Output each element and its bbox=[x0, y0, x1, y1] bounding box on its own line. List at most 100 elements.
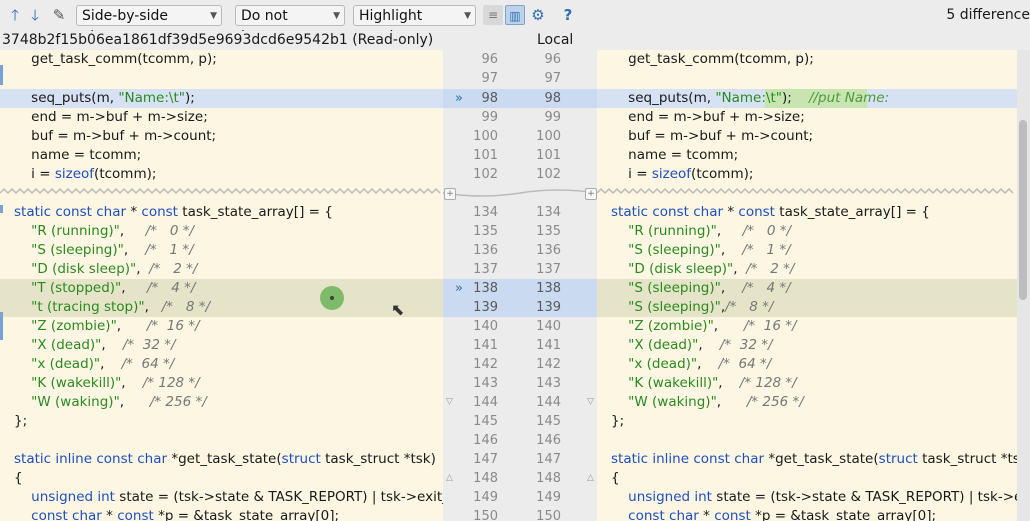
left-line-number: 149 bbox=[473, 490, 498, 505]
left-line-number: 146 bbox=[473, 433, 498, 448]
fold-marker-icon[interactable]: ▽ bbox=[585, 397, 596, 408]
left-line-number: 138 bbox=[473, 281, 498, 296]
code-line[interactable]: unsigned int state = (tsk->state & TASK_… bbox=[14, 488, 443, 507]
code-line[interactable]: static const char * const task_state_arr… bbox=[611, 203, 1017, 222]
fold-marker-icon[interactable]: △ bbox=[444, 473, 455, 484]
code-line[interactable]: static inline const char *get_task_state… bbox=[14, 450, 443, 469]
code-line[interactable]: "S (sleeping)", /* 4 */ bbox=[611, 279, 1017, 298]
code-line[interactable]: i = sizeof(tcomm); bbox=[14, 165, 443, 184]
apply-change-arrow-icon[interactable]: » bbox=[455, 89, 463, 108]
code-line[interactable]: { bbox=[611, 469, 1017, 488]
code-line[interactable]: "t (tracing stop)", /* 8 */ bbox=[14, 298, 443, 317]
previous-difference-button[interactable]: 🡑 bbox=[6, 5, 24, 26]
left-line-number: 141 bbox=[473, 338, 498, 353]
code-line[interactable]: "R (running)", /* 0 */ bbox=[611, 222, 1017, 241]
code-line[interactable]: "Z (zombie)", /* 16 */ bbox=[14, 317, 443, 336]
line-number-gutter: 96 96 97 97 98 98 99 99 100 100 101 101 102 102 134 134… bbox=[443, 50, 597, 521]
code-line[interactable]: i = sizeof(tcomm); bbox=[611, 165, 1017, 184]
code-line[interactable]: unsigned int state = (tsk->state & TASK_… bbox=[611, 488, 1017, 507]
code-line[interactable]: "K (wakekill)", /* 128 */ bbox=[611, 374, 1017, 393]
vertical-scrollbar[interactable] bbox=[1017, 50, 1030, 521]
code-line[interactable]: seq_puts(m, "Name:\t"); //put Name: bbox=[611, 89, 1017, 108]
code-line[interactable]: "K (wakekill)", /* 128 */ bbox=[14, 374, 443, 393]
collapse-unchanged-button[interactable]: ≡ bbox=[483, 5, 503, 25]
left-line-number: 147 bbox=[473, 452, 498, 467]
code-line[interactable]: "X (dead)", /* 32 */ bbox=[611, 336, 1017, 355]
code-line[interactable]: "S (sleeping)", /* 1 */ bbox=[14, 241, 443, 260]
right-line-number: 99 bbox=[544, 110, 561, 125]
right-line-number: 100 bbox=[536, 129, 561, 144]
expand-plus-icon[interactable]: + bbox=[444, 188, 456, 200]
code-line[interactable]: get_task_comm(tcomm, p); bbox=[611, 50, 1017, 69]
right-line-number: 96 bbox=[544, 52, 561, 67]
right-line-number: 101 bbox=[536, 148, 561, 163]
sync-scroll-button[interactable]: ▥ bbox=[505, 5, 525, 25]
code-line[interactable]: static const char * const task_state_arr… bbox=[14, 203, 443, 222]
code-line[interactable]: const char * const *p = &task_state_arra… bbox=[14, 507, 443, 521]
code-line[interactable]: "T (stopped)", /* 4 */ bbox=[14, 279, 443, 298]
code-line[interactable] bbox=[14, 431, 443, 450]
code-line[interactable]: "S (sleeping)",/* 8 */ bbox=[611, 298, 1017, 317]
left-line-number: 142 bbox=[473, 357, 498, 372]
edit-source-button[interactable]: ✎ bbox=[50, 5, 68, 26]
code-line[interactable]: "X (dead)", /* 32 */ bbox=[14, 336, 443, 355]
fold-marker-icon[interactable]: △ bbox=[585, 473, 596, 484]
code-line[interactable]: "D (disk sleep)", /* 2 */ bbox=[14, 260, 443, 279]
arrow-up-icon: 🡑 bbox=[11, 6, 19, 24]
chevron-down-icon: ▼ bbox=[210, 11, 217, 21]
left-line-number: 97 bbox=[481, 71, 498, 86]
code-line[interactable]: "W (waking)", /* 256 */ bbox=[611, 393, 1017, 412]
code-line[interactable]: end = m->buf + m->size; bbox=[14, 108, 443, 127]
code-line[interactable]: const char * const *p = &task_state_arra… bbox=[611, 507, 1017, 521]
viewer-mode-select[interactable]: Side-by-side viewer ▼ bbox=[76, 5, 222, 45]
right-line-number: 141 bbox=[536, 338, 561, 353]
edit-icon: ✎ bbox=[52, 6, 66, 24]
code-line[interactable]: }; bbox=[611, 412, 1017, 431]
code-line[interactable]: name = tcomm; bbox=[14, 146, 443, 165]
code-line[interactable]: buf = m->buf + m->count; bbox=[611, 127, 1017, 146]
mouse-pointer-icon: ⬉ bbox=[391, 300, 405, 319]
code-line[interactable]: "W (waking)", /* 256 */ bbox=[14, 393, 443, 412]
left-line-number: 143 bbox=[473, 376, 498, 391]
code-line[interactable]: buf = m->buf + m->count; bbox=[14, 127, 443, 146]
help-button[interactable]: ? bbox=[559, 5, 577, 26]
next-difference-button[interactable]: 🡓 bbox=[26, 5, 44, 26]
code-line[interactable] bbox=[611, 69, 1017, 88]
code-line[interactable]: static inline const char *get_task_state… bbox=[611, 450, 1017, 469]
code-line[interactable]: "x (dead)", /* 64 */ bbox=[14, 355, 443, 374]
right-line-number: 97 bbox=[544, 71, 561, 86]
arrow-down-icon: 🡓 bbox=[31, 6, 39, 24]
code-line[interactable]: "S (sleeping)", /* 1 */ bbox=[611, 241, 1017, 260]
apply-change-arrow-icon[interactable]: » bbox=[455, 279, 463, 298]
highlight-mode-select[interactable]: Highlight words ▼ bbox=[353, 5, 476, 45]
collapsed-lines-separator[interactable] bbox=[0, 186, 1030, 200]
settings-button[interactable]: ⚙ bbox=[529, 5, 547, 26]
code-line[interactable] bbox=[14, 69, 443, 88]
left-line-number: 136 bbox=[473, 243, 498, 258]
left-pane-title: 3748b2f15b06ea1861df39d5e9693dcd6e9542b1… bbox=[2, 32, 434, 48]
left-line-number: 148 bbox=[473, 471, 498, 486]
code-line[interactable]: end = m->buf + m->size; bbox=[611, 108, 1017, 127]
gear-icon: ⚙ bbox=[531, 6, 545, 24]
right-editor-pane[interactable]: get_task_comm(tcomm, p); seq_puts(m, "Na… bbox=[597, 50, 1017, 521]
code-line[interactable]: "Z (zombie)", /* 16 */ bbox=[611, 317, 1017, 336]
code-line[interactable]: get_task_comm(tcomm, p); bbox=[14, 50, 443, 69]
expand-plus-icon[interactable]: + bbox=[585, 188, 597, 200]
scrollbar-thumb[interactable] bbox=[1019, 120, 1027, 300]
left-line-number: 140 bbox=[473, 319, 498, 334]
left-line-number: 150 bbox=[473, 509, 498, 521]
right-line-number: 98 bbox=[544, 91, 561, 106]
right-line-number: 134 bbox=[536, 205, 561, 220]
code-line[interactable]: "R (running)", /* 0 */ bbox=[14, 222, 443, 241]
code-line[interactable]: seq_puts(m, "Name:\t"); bbox=[14, 89, 443, 108]
left-editor-pane[interactable]: get_task_comm(tcomm, p); seq_puts(m, "Na… bbox=[0, 50, 443, 521]
code-line[interactable]: { bbox=[14, 469, 443, 488]
code-line[interactable]: name = tcomm; bbox=[611, 146, 1017, 165]
ignore-mode-select[interactable]: Do not ignore ▼ bbox=[235, 5, 345, 45]
code-line[interactable]: "D (disk sleep)", /* 2 */ bbox=[611, 260, 1017, 279]
fold-marker-icon[interactable]: ▽ bbox=[444, 397, 455, 408]
right-line-number: 140 bbox=[536, 319, 561, 334]
code-line[interactable] bbox=[611, 431, 1017, 450]
code-line[interactable]: }; bbox=[14, 412, 443, 431]
code-line[interactable]: "x (dead)", /* 64 */ bbox=[611, 355, 1017, 374]
